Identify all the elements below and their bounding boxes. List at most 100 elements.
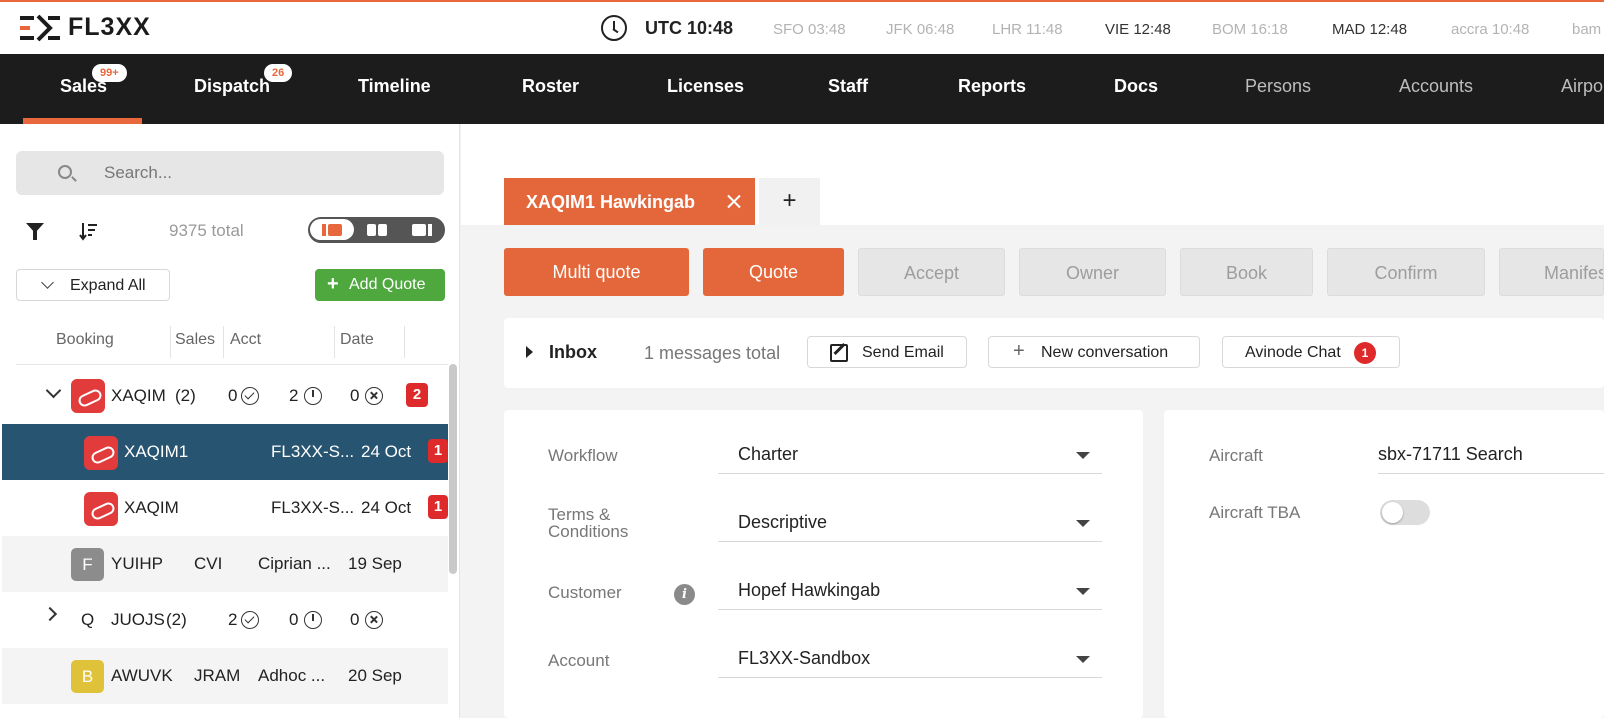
timezone-sfo: SFO 03:48 bbox=[773, 21, 846, 38]
search-icon bbox=[58, 165, 72, 179]
nav-docs[interactable]: Docs bbox=[1114, 76, 1158, 97]
type-letter: Q bbox=[81, 610, 95, 629]
booking-date: 20 Sep bbox=[348, 666, 402, 685]
plane-icon bbox=[84, 492, 118, 526]
timezone-vie: VIE 12:48 bbox=[1105, 21, 1171, 38]
pending-count: 2 bbox=[289, 386, 299, 405]
table-row[interactable]: Q JUOJS (2) 2 0 0 bbox=[2, 592, 448, 648]
accept-button[interactable]: Accept bbox=[858, 248, 1005, 296]
sort-icon[interactable] bbox=[79, 221, 99, 241]
nav-timeline[interactable]: Timeline bbox=[358, 76, 431, 97]
table-row[interactable]: F YUIHP CVI Ciprian ... 19 Sep bbox=[2, 536, 448, 592]
customer-label: Customer bbox=[548, 583, 622, 602]
multi-quote-button[interactable]: Multi quote bbox=[504, 248, 689, 296]
manifest-button[interactable]: Manifes bbox=[1499, 248, 1604, 296]
aircraft-search-field[interactable]: sbx-71711 Search bbox=[1378, 432, 1604, 474]
avinode-chat-button[interactable]: Avinode Chat 1 bbox=[1222, 336, 1400, 368]
timezone-accra: accra 10:48 bbox=[1451, 21, 1530, 38]
account-value: FL3XX-Sandbox bbox=[738, 648, 871, 668]
list-scrollbar[interactable] bbox=[449, 364, 457, 574]
aircraft-tba-toggle[interactable] bbox=[1380, 500, 1430, 525]
view-mode-toggle[interactable] bbox=[308, 217, 445, 243]
x-circle-icon bbox=[365, 387, 383, 405]
book-button[interactable]: Book bbox=[1180, 248, 1313, 296]
col-date[interactable]: Date bbox=[340, 331, 374, 349]
nav-staff[interactable]: Staff bbox=[828, 76, 868, 97]
chevron-down-icon[interactable] bbox=[45, 382, 62, 399]
nav-roster[interactable]: Roster bbox=[522, 76, 579, 97]
inbox-bar: Inbox 1 messages total Send Email + New … bbox=[504, 318, 1604, 388]
notification-badge: 1 bbox=[428, 495, 448, 519]
type-badge: F bbox=[71, 548, 104, 581]
nav-licenses[interactable]: Licenses bbox=[667, 76, 744, 97]
col-sales[interactable]: Sales bbox=[175, 331, 215, 349]
aircraft-label: Aircraft bbox=[1209, 446, 1263, 465]
nav-reports[interactable]: Reports bbox=[958, 76, 1026, 97]
view-mode-list[interactable] bbox=[310, 219, 354, 240]
table-row[interactable]: XAQIM (2) 0 2 0 2 bbox=[2, 368, 448, 424]
chevron-right-icon[interactable] bbox=[42, 606, 58, 622]
sales-badge: 99+ bbox=[92, 64, 127, 82]
booking-id: YUIHP bbox=[111, 554, 163, 573]
search-input[interactable] bbox=[104, 162, 424, 184]
split-view-icon[interactable] bbox=[367, 224, 387, 236]
dropdown-arrow-icon bbox=[1076, 452, 1090, 459]
close-icon[interactable] bbox=[726, 193, 742, 209]
app-logo[interactable]: FL3XX bbox=[18, 13, 151, 42]
header-divider bbox=[16, 364, 448, 365]
chat-badge: 1 bbox=[1354, 342, 1376, 364]
list-view-icon bbox=[322, 224, 342, 236]
cancelled-count: 0 bbox=[350, 610, 360, 629]
quote-button[interactable]: Quote bbox=[703, 248, 844, 296]
new-conversation-button[interactable]: + New conversation bbox=[988, 336, 1200, 368]
add-tab-button[interactable]: + bbox=[759, 178, 820, 225]
table-row-selected[interactable]: XAQIM1 FL3XX-S... 24 Oct 1 bbox=[2, 424, 448, 480]
owner-button[interactable]: Owner bbox=[1019, 248, 1166, 296]
plane-icon bbox=[84, 436, 118, 470]
workflow-value: Charter bbox=[738, 444, 799, 464]
booking-id: XAQIM bbox=[124, 498, 179, 517]
filter-icon[interactable] bbox=[26, 223, 44, 240]
info-icon[interactable]: i bbox=[674, 584, 695, 605]
timezone-jfk: JFK 06:48 bbox=[886, 21, 955, 38]
terms-select[interactable]: Descriptive bbox=[718, 500, 1102, 542]
detail-view-icon[interactable] bbox=[412, 224, 432, 236]
booking-id: JUOJS bbox=[111, 610, 165, 629]
col-divider bbox=[334, 326, 335, 358]
dropdown-arrow-icon bbox=[1076, 588, 1090, 595]
workflow-select[interactable]: Charter bbox=[718, 432, 1102, 474]
table-row[interactable]: B AWUVK JRAM Adhoc ... 20 Sep bbox=[2, 648, 448, 704]
aircraft-form: Aircraft sbx-71711 Search Aircraft TBA bbox=[1164, 410, 1604, 718]
group-count: (2) bbox=[166, 610, 187, 629]
booking-id: AWUVK bbox=[111, 666, 173, 685]
search-box[interactable] bbox=[16, 151, 444, 195]
nav-persons[interactable]: Persons bbox=[1245, 76, 1311, 97]
table-row[interactable]: XAQIM FL3XX-S... 24 Oct 1 bbox=[2, 480, 448, 536]
caret-right-icon[interactable] bbox=[526, 346, 533, 358]
plus-icon: + bbox=[1013, 340, 1025, 362]
terms-value: Descriptive bbox=[738, 512, 828, 532]
customer-value: Hopef Hawkingab bbox=[738, 580, 881, 600]
fl3xx-logo-icon bbox=[20, 14, 60, 41]
add-quote-button[interactable]: + Add Quote bbox=[315, 269, 445, 301]
customer-select[interactable]: Hopef Hawkingab bbox=[718, 568, 1102, 610]
inbox-title[interactable]: Inbox bbox=[549, 342, 597, 363]
expand-all-button[interactable]: Expand All bbox=[16, 269, 170, 301]
top-clock-bar: FL3XX UTC 10:48 SFO 03:48 JFK 06:48 LHR … bbox=[0, 0, 1604, 54]
nav-dispatch[interactable]: Dispatch bbox=[194, 76, 270, 97]
nav-accounts[interactable]: Accounts bbox=[1399, 76, 1473, 97]
col-acct[interactable]: Acct bbox=[230, 331, 261, 349]
clock-circle-icon bbox=[304, 611, 322, 629]
confirm-button[interactable]: Confirm bbox=[1327, 248, 1485, 296]
dropdown-arrow-icon bbox=[1076, 656, 1090, 663]
new-conversation-label: New conversation bbox=[1041, 344, 1169, 361]
timezone-mad: MAD 12:48 bbox=[1332, 21, 1408, 38]
add-quote-label: Add Quote bbox=[349, 276, 426, 293]
account-select[interactable]: FL3XX-Sandbox bbox=[718, 636, 1102, 678]
col-booking[interactable]: Booking bbox=[56, 331, 114, 349]
nav-airports[interactable]: Airpo bbox=[1561, 76, 1603, 97]
clock-icon bbox=[601, 15, 627, 41]
account-name: FL3XX-S... bbox=[271, 442, 355, 461]
tab-booking[interactable]: XAQIM1 Hawkingab bbox=[504, 178, 755, 225]
send-email-button[interactable]: Send Email bbox=[807, 336, 967, 368]
